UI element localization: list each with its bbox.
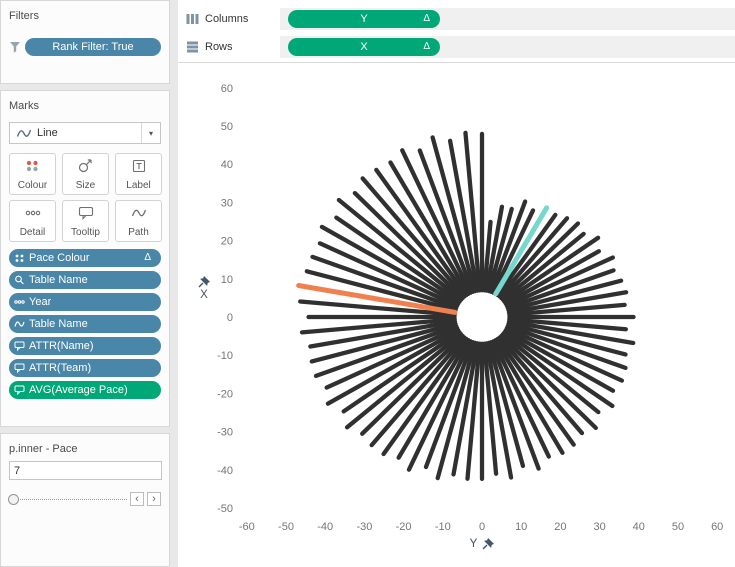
filters-title: Filters — [9, 10, 161, 22]
tooltip-button[interactable]: Tooltip — [62, 200, 109, 242]
detail-icon — [14, 275, 25, 285]
rows-shelf-label: Rows — [178, 41, 280, 53]
pill-avg-average-pace[interactable]: AVG(Average Pace) — [9, 381, 161, 399]
parameter-value-input[interactable] — [9, 461, 162, 480]
y-axis-field-label[interactable]: X — [192, 276, 216, 301]
parameter-title: p.inner - Pace — [9, 443, 161, 455]
y-tick-label: 0 — [227, 312, 233, 324]
rows-pill-x[interactable]: X Δ — [288, 38, 440, 56]
pill-table-name-path[interactable]: Table Name — [9, 315, 161, 333]
rows-shelf[interactable]: X Δ — [280, 36, 735, 58]
pin-icon — [482, 538, 494, 550]
parameter-slider[interactable] — [9, 499, 127, 500]
x-tick-label: 20 — [554, 521, 566, 533]
colour-dots-icon — [14, 253, 25, 263]
worksheet-pane: Columns Y Δ Rows X — [178, 0, 735, 567]
parameter-panel: p.inner - Pace ‹ › — [0, 433, 170, 567]
tooltip-icon — [14, 363, 25, 373]
x-tick-label: -30 — [356, 521, 372, 533]
y-tick-label: 50 — [221, 121, 233, 133]
y-tick-label: -10 — [217, 350, 233, 362]
chart-area: -60 -50 -40 -30 -20 -10 0 10 20 30 40 50 60 60 50 40 30 2… — [178, 63, 735, 567]
x-tick-label: -10 — [435, 521, 451, 533]
label-button[interactable]: Label — [115, 153, 162, 195]
radial-starburst-chart[interactable]: -60 -50 -40 -30 -20 -10 0 10 20 30 40 50 60 60 50 40 30 2… — [178, 63, 735, 567]
tableau-workspace: Filters Rank Filter: True Marks Line ▾ — [0, 0, 735, 567]
delta-icon: Δ — [423, 14, 430, 24]
size-button[interactable]: Size — [62, 153, 109, 195]
path-icon — [131, 206, 147, 225]
pill-pace-colour[interactable]: Pace Colour Δ — [9, 249, 161, 267]
marks-panel: Marks Line ▾ Colour — [0, 90, 170, 427]
x-tick-label: 30 — [593, 521, 605, 533]
columns-pill-y[interactable]: Y Δ — [288, 10, 440, 28]
delta-icon: Δ — [423, 42, 430, 52]
path-icon — [14, 319, 25, 329]
x-tick-label: 40 — [633, 521, 645, 533]
x-tick-label: -60 — [239, 521, 255, 533]
colour-button[interactable]: Colour — [9, 153, 56, 195]
y-tick-label: -50 — [217, 503, 233, 515]
x-tick-label: -20 — [396, 521, 412, 533]
pill-table-name-detail[interactable]: Table Name — [9, 271, 161, 289]
shelves-area: Columns Y Δ Rows X — [178, 0, 735, 63]
y-tick-label: -20 — [217, 388, 233, 400]
x-tick-label: 0 — [479, 521, 485, 533]
mark-type-dropdown[interactable]: Line ▾ — [9, 122, 161, 144]
tooltip-icon — [78, 206, 94, 225]
filter-pill-rank[interactable]: Rank Filter: True — [25, 38, 161, 56]
detail-icon — [25, 206, 41, 225]
columns-icon — [186, 13, 199, 25]
filter-funnel-icon — [9, 41, 21, 53]
x-tick-label: 50 — [672, 521, 684, 533]
marks-title: Marks — [9, 100, 161, 112]
marks-pill-list: Pace Colour Δ Table Name Year Table Nam — [9, 249, 161, 399]
x-tick-label: 10 — [515, 521, 527, 533]
chevron-down-icon[interactable]: ▾ — [141, 123, 160, 143]
y-tick-label: 30 — [221, 197, 233, 209]
dots-icon — [14, 297, 25, 307]
filters-panel: Filters Rank Filter: True — [0, 0, 170, 84]
pill-attr-team[interactable]: ATTR(Team) — [9, 359, 161, 377]
y-tick-label: 20 — [221, 236, 233, 248]
columns-shelf[interactable]: Y Δ — [280, 8, 735, 30]
mark-buttons-grid: Colour Size Label — [9, 153, 161, 242]
y-tick-label: 40 — [221, 159, 233, 171]
rows-icon — [186, 41, 199, 53]
detail-button[interactable]: Detail — [9, 200, 56, 242]
x-tick-label: 60 — [711, 521, 723, 533]
pill-attr-name[interactable]: ATTR(Name) — [9, 337, 161, 355]
label-icon — [132, 159, 146, 178]
filter-pill-label: Rank Filter: True — [52, 41, 133, 53]
tooltip-icon — [14, 341, 25, 351]
path-button[interactable]: Path — [115, 200, 162, 242]
tooltip-icon — [14, 385, 25, 395]
spoke-line[interactable] — [501, 336, 595, 428]
pill-year[interactable]: Year — [9, 293, 161, 311]
mark-type-label: Line — [37, 127, 141, 139]
y-tick-label: 10 — [221, 274, 233, 286]
rows-shelf-row: Rows X Δ — [178, 36, 735, 58]
x-tick-label: -50 — [278, 521, 294, 533]
pin-icon — [198, 276, 210, 288]
slider-increment-button[interactable]: › — [147, 492, 161, 506]
size-icon — [78, 159, 93, 178]
y-tick-label: -30 — [217, 427, 233, 439]
line-mark-icon — [16, 127, 32, 139]
columns-shelf-label: Columns — [178, 13, 280, 25]
slider-handle[interactable] — [8, 494, 19, 505]
y-tick-label: 60 — [221, 83, 233, 95]
delta-icon: Δ — [144, 253, 151, 263]
x-tick-label: -40 — [317, 521, 333, 533]
y-tick-label: -40 — [217, 465, 233, 477]
slider-decrement-button[interactable]: ‹ — [130, 492, 144, 506]
columns-shelf-row: Columns Y Δ — [178, 8, 735, 30]
x-axis-field-label[interactable]: Y — [452, 538, 512, 550]
colour-icon — [25, 159, 40, 178]
